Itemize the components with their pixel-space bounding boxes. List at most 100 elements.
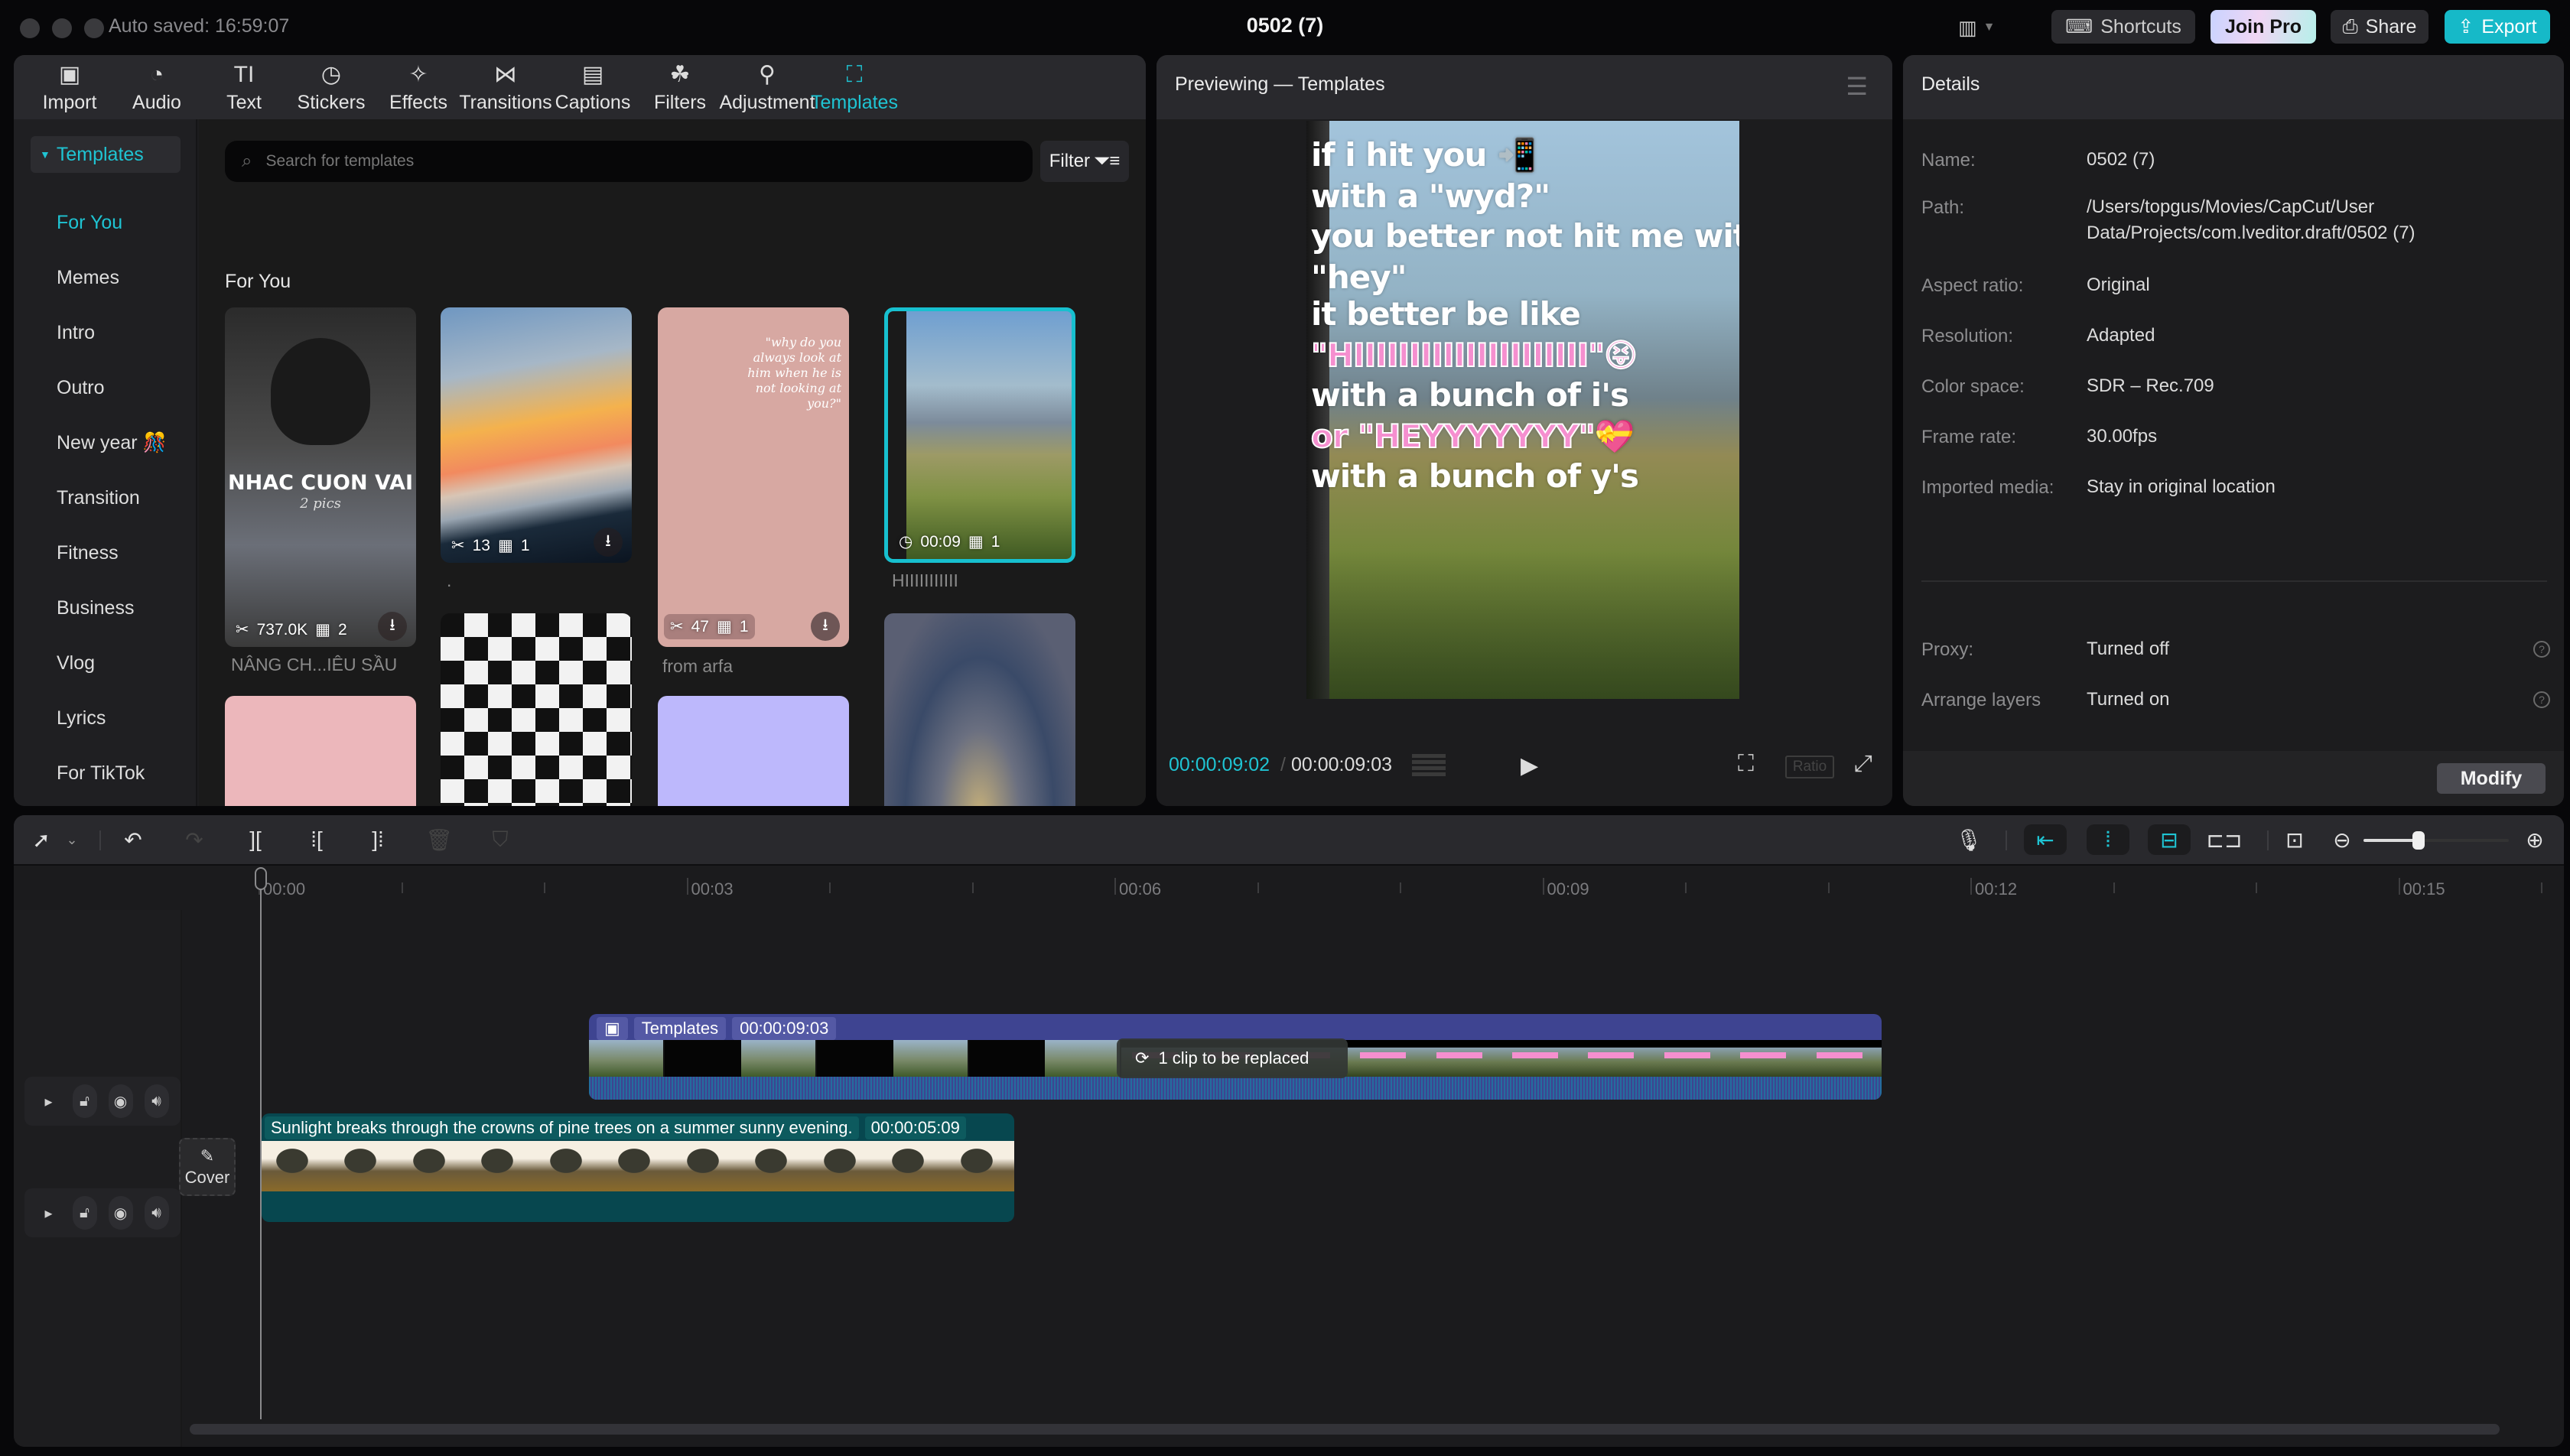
download-icon[interactable]: ⭳ [594,528,623,557]
tab-text[interactable]: TI Text [200,55,288,119]
category-item[interactable]: New year 🎊 [57,432,167,454]
play-button[interactable]: ▶ [1521,752,1538,779]
tab-captions[interactable]: ▤ Captions [549,55,636,119]
video-shade [1306,549,1739,699]
cover-button[interactable]: ✎ Cover [179,1138,236,1196]
templates-category-header[interactable]: ▼ Templates [31,136,181,173]
tab-transitions[interactable]: ⋈ Transitions [459,55,552,119]
details-footer: Modify [1903,751,2564,806]
ratio-button[interactable]: Ratio [1785,756,1834,778]
tab-label: Filters [653,91,707,113]
zoom-slider-handle[interactable] [2412,831,2425,850]
zoom-fit-icon[interactable]: ⛶ [1738,751,1754,777]
usage-count: 13 [472,536,490,554]
template-card[interactable] [225,696,416,806]
main-track-magnet-icon[interactable]: ⇤ [2024,824,2067,855]
visibility-icon[interactable]: ◉ [108,1196,133,1230]
auto-snap-icon[interactable]: ⦙ [2087,824,2129,855]
tab-stickers[interactable]: ◷ Stickers [288,55,375,119]
visibility-icon[interactable]: ◉ [108,1084,133,1118]
delete-icon[interactable]: 🗑 [424,824,454,855]
timeline-toolbar: ➚ ⌄ ↶ ↷ ][ ⁞[ ]⁞ 🗑 ⛉ 🎙 ⇤ ⦙ ⊟ ⊏⊐ ⊡ ⊖ ⊕ [14,815,2564,864]
menu-icon[interactable]: ☰ [1846,72,1868,101]
tab-templates[interactable]: ⛶ Templates [811,55,898,119]
select-tool-icon[interactable]: ➚ [28,824,55,855]
scissors-icon: ✂ [451,537,465,554]
share-button[interactable]: ⎙ Share [2331,10,2428,44]
help-icon[interactable]: ? [2533,691,2550,708]
video-preview[interactable]: if i hit you 📲 with a "wyd?" you better no… [1306,121,1739,699]
template-search-input[interactable]: ⌕ Search for templates [225,141,1033,182]
tab-adjustment[interactable]: ⚲ Adjustment [719,55,815,119]
usage-count: 47 [691,617,709,635]
template-card[interactable]: "why do you always look at him when he i… [658,307,849,647]
details-header: Details [1903,55,2564,119]
scissors-icon: ✂ [670,618,684,635]
chevron-down-icon[interactable]: ⌄ [63,824,81,855]
template-card[interactable]: NHAC CUON VAI 2 pics ✂ 737.0K ▦ 2 ⭳ [225,307,416,647]
track-thumbnail-icon[interactable]: ▸ [37,1084,61,1118]
card-meta: ✂ 737.0K ▦ 2 [236,620,347,639]
track-headers: ▸ 🔓︎ ◉ 🔊︎ ▸ 🔓︎ ◉ 🔊︎ [14,910,182,1447]
volume-icon[interactable]: 🔊︎ [144,1196,169,1230]
tab-effects[interactable]: ✧ Effects [375,55,462,119]
clip-count: 2 [338,620,347,639]
download-icon[interactable]: ⭳ [378,612,407,641]
download-icon[interactable]: ⭳ [811,612,840,641]
redo-icon[interactable]: ↷ [179,824,210,855]
effects-icon: ✧ [408,62,428,87]
zoom-slider[interactable] [2363,831,2509,850]
category-item[interactable]: Memes [57,267,119,289]
template-card-selected[interactable]: ◷ 00:09 ▦ 1 [884,307,1075,563]
playhead[interactable] [260,869,262,1419]
zoom-in-icon[interactable]: ⊕ [2521,824,2549,855]
layout-menu-button[interactable]: ▥ ▼ [1958,14,2013,41]
clip-thumbnail [262,1141,330,1191]
preview-axis-icon[interactable]: ⊏⊐ [2207,824,2243,855]
template-card[interactable] [658,696,849,806]
track-thumbnail-icon[interactable]: ▸ [37,1196,61,1230]
undo-icon[interactable]: ↶ [118,824,148,855]
category-item[interactable]: For TikTok [57,762,145,785]
tab-filters[interactable]: ☘ Filters [636,55,724,119]
lock-icon[interactable]: 🔓︎ [72,1084,97,1118]
microphone-icon[interactable]: 🎙 [1954,824,1984,855]
template-card[interactable]: ✂ 13 ▦ 1 ⭳ [441,307,632,563]
category-item[interactable]: For You [57,212,122,234]
zoom-out-icon[interactable]: ⊖ [2328,824,2356,855]
trim-right-icon[interactable]: ]⁞ [363,824,393,855]
tab-import[interactable]: ▣ Import [26,55,113,119]
category-item[interactable]: Vlog [57,652,95,674]
tab-audio[interactable]: ◔ Audio [113,55,200,119]
shortcuts-button[interactable]: ⌨ Shortcuts [2051,10,2195,44]
clip-thumbnail [893,1040,970,1077]
fullscreen-icon[interactable]: ⤢ [1854,751,1872,777]
filter-button[interactable]: Filter ⏷≡ [1040,141,1129,182]
volume-icon[interactable]: 🔊︎ [144,1084,169,1118]
template-card[interactable] [441,613,632,806]
category-item[interactable]: Transition [57,487,140,509]
tab-label: Transitions [459,91,552,113]
zoom-to-fit-icon[interactable]: ⊡ [2279,824,2310,855]
timeline-scrollbar[interactable] [190,1424,2500,1435]
category-item[interactable]: Lyrics [57,707,106,730]
playhead-handle[interactable] [255,867,267,890]
lock-icon[interactable]: 🔓︎ [72,1196,97,1230]
linkage-icon[interactable]: ⊟ [2148,824,2191,855]
template-card[interactable]: ✂29▦1 ⭳ [884,613,1075,806]
join-pro-button[interactable]: Join Pro [2211,10,2316,44]
replace-clip-badge[interactable]: ⟳ 1 clip to be replaced [1117,1038,1348,1078]
help-icon[interactable]: ? [2533,641,2550,658]
modify-button[interactable]: Modify [2437,763,2546,794]
trim-left-icon[interactable]: ⁞[ [301,824,332,855]
split-icon[interactable]: ][ [240,824,271,855]
timeline-ruler[interactable]: 00:00 00:03 00:06 00:09 00:12 00:15 [14,864,2564,910]
category-item[interactable]: Intro [57,322,95,344]
category-item[interactable]: Business [57,597,134,619]
category-item[interactable]: Fitness [57,542,119,564]
marker-icon[interactable]: ⛉ [485,824,516,855]
layout-icon: ▥ [1958,15,1977,39]
category-item[interactable]: Outro [57,377,105,399]
main-video-clip[interactable]: Sunlight breaks through the crowns of pi… [262,1113,1014,1222]
export-button[interactable]: ⇪ Export [2445,10,2550,44]
